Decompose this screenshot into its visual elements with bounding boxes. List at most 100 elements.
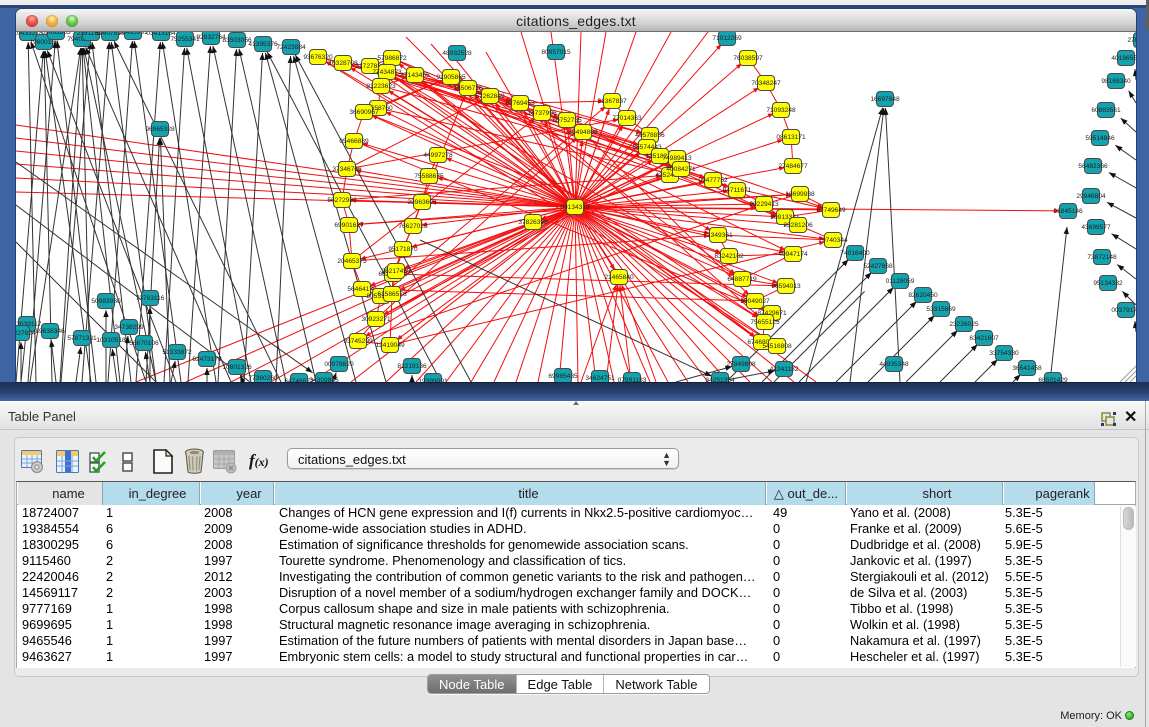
svg-text:21465840: 21465840 [604, 274, 634, 281]
svg-text:41395376: 41395376 [248, 41, 278, 48]
svg-text:57262849: 57262849 [475, 93, 505, 100]
svg-text:95134332: 95134332 [1093, 280, 1123, 287]
svg-text:51333872: 51333872 [162, 349, 192, 356]
svg-text:18227824: 18227824 [16, 330, 36, 337]
svg-text:50752735: 50752735 [552, 117, 582, 124]
svg-text:62473178: 62473178 [192, 356, 222, 363]
svg-text:27849808: 27849808 [726, 361, 756, 368]
svg-text:64887719: 64887719 [727, 276, 757, 283]
svg-text:43699577: 43699577 [1081, 224, 1111, 231]
svg-text:68501429: 68501429 [1038, 377, 1068, 382]
svg-text:57871331: 57871331 [67, 335, 97, 342]
svg-text:34624751: 34624751 [585, 375, 615, 382]
svg-text:44997278: 44997278 [423, 152, 453, 159]
svg-text:33754330: 33754330 [989, 350, 1019, 357]
svg-text:63421607: 63421607 [969, 335, 999, 342]
svg-text:19399091: 19399091 [418, 378, 448, 382]
svg-text:61586578: 61586578 [377, 291, 407, 298]
svg-text:67749649: 67749649 [816, 207, 846, 214]
svg-text:26217459: 26217459 [381, 268, 411, 275]
svg-text:71349361: 71349361 [703, 232, 733, 239]
svg-text:44935348: 44935348 [879, 361, 909, 368]
svg-text:70348247: 70348247 [751, 80, 781, 87]
svg-text:76627028: 76627028 [398, 223, 428, 230]
svg-text:54516808: 54516808 [762, 343, 792, 350]
svg-text:98169340: 98169340 [1101, 78, 1131, 85]
svg-text:83242102: 83242102 [714, 253, 744, 260]
svg-text:29946804: 29946804 [1076, 193, 1106, 200]
svg-text:37346706: 37346706 [332, 166, 362, 173]
svg-text:40084271: 40084271 [666, 166, 696, 173]
svg-text:01128059: 01128059 [886, 278, 915, 285]
svg-text:07991183: 07991183 [618, 377, 647, 382]
svg-text:75588675: 75588675 [414, 173, 444, 180]
svg-text:09134316: 09134316 [560, 204, 590, 211]
svg-text:59514846: 59514846 [1085, 135, 1115, 142]
svg-text:00379176: 00379176 [1111, 307, 1136, 314]
svg-text:23281206: 23281206 [783, 222, 813, 229]
svg-text:16328708: 16328708 [328, 60, 358, 67]
svg-text:76038597: 76038597 [733, 55, 763, 62]
svg-text:09477752: 09477752 [698, 177, 728, 184]
svg-text:33963605: 33963605 [407, 199, 437, 206]
svg-text:36690967: 36690967 [349, 109, 379, 116]
svg-text:77434873: 77434873 [372, 69, 402, 76]
svg-text:71012269: 71012269 [712, 35, 742, 42]
svg-text:56482366: 56482366 [1078, 163, 1108, 170]
svg-text:36541458: 36541458 [1012, 365, 1042, 372]
svg-text:16697848: 16697848 [870, 96, 900, 103]
svg-text:18495931: 18495931 [118, 32, 148, 36]
svg-text:18506716: 18506716 [453, 85, 483, 92]
svg-text:31367837: 31367837 [597, 98, 627, 105]
svg-text:04711671: 04711671 [723, 187, 752, 194]
svg-text:69985435: 69985435 [548, 373, 578, 380]
svg-text:79740344: 79740344 [818, 237, 848, 244]
svg-text:82620450: 82620450 [908, 292, 938, 299]
svg-text:05466889: 05466889 [339, 138, 369, 145]
svg-text:48932528: 48932528 [442, 50, 472, 57]
svg-text:19600133: 19600133 [29, 39, 59, 46]
svg-text:06594013: 06594013 [771, 283, 801, 290]
svg-text:96965328: 96965328 [145, 126, 175, 133]
svg-text:30923271: 30923271 [361, 316, 391, 323]
svg-text:34738299: 34738299 [114, 324, 144, 331]
svg-text:90229413: 90229413 [749, 201, 779, 208]
svg-text:87769453: 87769453 [505, 100, 535, 107]
svg-text:40196556: 40196556 [1111, 55, 1136, 62]
svg-text:73763116: 73763116 [136, 295, 165, 302]
svg-text:56272980: 56272980 [327, 197, 357, 204]
svg-text:57986872: 57986872 [377, 55, 407, 62]
svg-text:81219136: 81219136 [397, 363, 427, 370]
svg-text:91905865: 91905865 [436, 74, 466, 81]
svg-text:10310518: 10310518 [96, 337, 126, 344]
svg-text:37826398: 37826398 [518, 219, 548, 226]
svg-text:71093248: 71093248 [766, 107, 796, 114]
svg-text:52427868: 52427868 [863, 263, 893, 270]
svg-text:45494808: 45494808 [568, 129, 598, 136]
svg-text:95171870: 95171870 [388, 246, 418, 253]
svg-text:08613171: 08613171 [776, 134, 806, 141]
svg-text:49947174: 49947174 [778, 251, 808, 258]
svg-text:18699938: 18699938 [785, 191, 815, 198]
svg-text:77360260: 77360260 [248, 375, 278, 382]
svg-text:12419049: 12419049 [375, 342, 405, 349]
svg-text:72423884: 72423884 [276, 44, 306, 51]
svg-text:50983930: 50983930 [91, 298, 121, 305]
svg-text:34309805: 34309805 [309, 377, 339, 382]
svg-text:80957015: 80957015 [541, 49, 571, 56]
svg-text:47143455: 47143455 [400, 72, 430, 79]
svg-text:73872148: 73872148 [1087, 254, 1117, 261]
svg-text:75655125: 75655125 [750, 319, 780, 326]
svg-text:14737996: 14737996 [527, 110, 557, 117]
svg-text:20465375: 20465375 [337, 258, 367, 265]
svg-text:56670106: 56670106 [129, 340, 159, 347]
svg-text:53315869: 53315869 [926, 306, 956, 313]
svg-text:01845146: 01845146 [1053, 208, 1083, 215]
svg-text:00978820: 00978820 [324, 361, 354, 368]
svg-text:41241182: 41241182 [770, 366, 799, 373]
svg-text:10801326: 10801326 [222, 364, 252, 371]
svg-text:74016400: 74016400 [840, 250, 870, 257]
svg-text:60883561: 60883561 [1091, 107, 1121, 114]
svg-text:93745299: 93745299 [343, 338, 373, 345]
svg-text:77014363: 77014363 [612, 115, 642, 122]
